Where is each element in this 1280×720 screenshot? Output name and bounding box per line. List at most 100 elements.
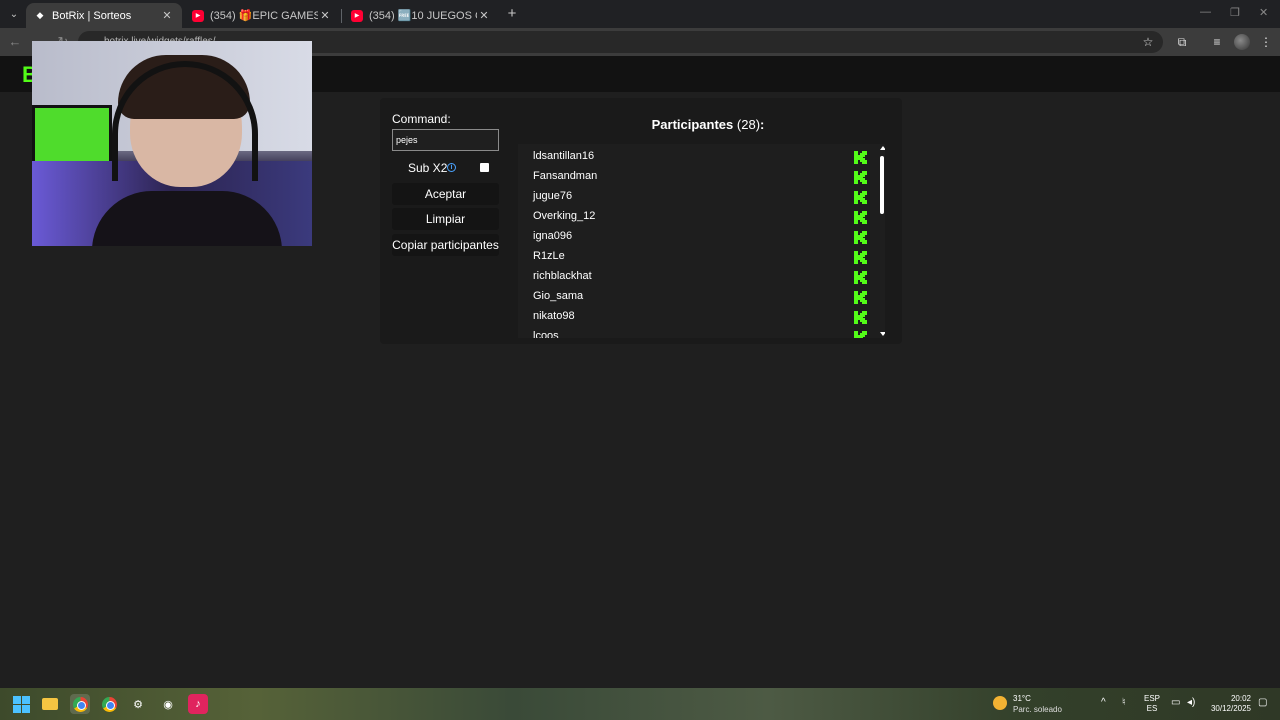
participant-name: Fansandman bbox=[533, 170, 598, 182]
steam-taskbar-button[interactable]: ⚙ bbox=[128, 694, 148, 714]
tab-search-icon[interactable]: ⌄ bbox=[4, 4, 24, 24]
participant-name: ldsantillan16 bbox=[533, 150, 595, 162]
accept-button[interactable]: Aceptar bbox=[392, 183, 499, 205]
list-item: R1zLe bbox=[518, 247, 868, 267]
menu-kebab-icon[interactable]: ⋮ bbox=[1258, 34, 1274, 50]
keyboard-layout: ES bbox=[1146, 704, 1158, 713]
tab-title: (354) 🎁EPIC GAMES SE VOLVI bbox=[210, 10, 318, 22]
clock-date: 30/12/2025 bbox=[1210, 704, 1251, 713]
system-clock[interactable]: 20:02 30/12/2025 bbox=[1205, 694, 1251, 714]
participants-heading: Participantes bbox=[651, 117, 734, 132]
close-icon[interactable]: ✕ bbox=[318, 9, 332, 22]
file-explorer-button[interactable] bbox=[40, 694, 60, 714]
kick-icon bbox=[854, 271, 867, 284]
notifications-icon[interactable]: ▢ bbox=[1258, 697, 1267, 708]
participant-name: nikato98 bbox=[533, 310, 575, 322]
webcam-person-body bbox=[92, 191, 282, 246]
tab-strip: ⌄ ◆ BotRix | Sorteos ✕ ▶ (354) 🎁EPIC GAM… bbox=[0, 0, 1280, 28]
bookmark-star-icon[interactable]: ☆ bbox=[1140, 34, 1156, 50]
weather-description: Parc. soleado bbox=[1013, 705, 1062, 714]
network-icon[interactable]: ▭ bbox=[1171, 697, 1180, 708]
kick-icon bbox=[854, 311, 867, 324]
list-item: ldsantillan16 bbox=[518, 147, 868, 167]
language-indicator[interactable]: ESP ES bbox=[1144, 694, 1160, 714]
participants-list[interactable]: ldsantillan16 Fansandman jugue76 Overkin… bbox=[518, 144, 885, 338]
sub-x2-label: Sub X2 bbox=[408, 161, 448, 175]
kick-icon bbox=[854, 211, 867, 224]
tray-chevron-icon[interactable]: ^ bbox=[1101, 697, 1106, 708]
list-item: Gio_sama bbox=[518, 287, 868, 307]
list-item: lcoos bbox=[518, 327, 868, 338]
new-tab-button[interactable]: + bbox=[503, 5, 521, 23]
windows-taskbar: ⚙ ◉ ♪ 31°C Parc. soleado ^ ♮ ESP ES ▭ ◂)… bbox=[0, 688, 1280, 720]
tiktok-taskbar-button[interactable]: ♪ bbox=[188, 694, 208, 714]
obs-taskbar-button[interactable]: ◉ bbox=[158, 694, 178, 714]
partly-sunny-icon bbox=[993, 696, 1007, 710]
windows-logo-icon bbox=[12, 695, 30, 713]
list-item: richblackhat bbox=[518, 267, 868, 287]
participant-name: richblackhat bbox=[533, 270, 592, 282]
minimize-icon[interactable]: — bbox=[1200, 6, 1211, 18]
kick-icon bbox=[854, 171, 867, 184]
command-label: Command: bbox=[392, 112, 451, 126]
chrome-icon bbox=[101, 696, 117, 712]
participant-name: Overking_12 bbox=[533, 210, 596, 222]
tab-youtube-2[interactable]: ▶ (354) 🆓10 JUEGOS GRATIS PA ✕ bbox=[343, 3, 499, 28]
tab-separator bbox=[341, 9, 342, 23]
kick-icon bbox=[854, 151, 867, 164]
chrome-taskbar-button[interactable] bbox=[70, 694, 90, 714]
kick-icon bbox=[854, 231, 867, 244]
scrollbar-thumb[interactable] bbox=[880, 156, 884, 214]
tab-botrix[interactable]: ◆ BotRix | Sorteos ✕ bbox=[26, 3, 182, 28]
extensions-icon[interactable]: ⧉ bbox=[1174, 34, 1190, 50]
list-item: jugue76 bbox=[518, 187, 868, 207]
folder-icon bbox=[42, 698, 58, 710]
scroll-down-arrow-icon[interactable] bbox=[880, 332, 885, 336]
participants-count: (28) bbox=[736, 117, 761, 132]
restore-icon[interactable]: ❐ bbox=[1230, 6, 1240, 19]
microphone-icon[interactable]: ♮ bbox=[1122, 697, 1126, 708]
close-icon[interactable]: ✕ bbox=[477, 9, 491, 22]
window-close-icon[interactable]: ✕ bbox=[1259, 6, 1268, 19]
webcam-green-monitor bbox=[32, 105, 112, 165]
participants-colon: : bbox=[760, 117, 765, 132]
participant-name: Gio_sama bbox=[533, 290, 584, 302]
copy-participants-button[interactable]: Copiar participantes bbox=[392, 234, 499, 256]
participants-title: Participantes (28): bbox=[518, 117, 898, 132]
page-content: B Command: Sub X2 i Aceptar Limpiar Copi… bbox=[0, 41, 1280, 688]
back-icon[interactable]: ← bbox=[7, 34, 23, 50]
close-icon[interactable]: ✕ bbox=[160, 9, 174, 22]
profile-avatar[interactable] bbox=[1234, 34, 1250, 50]
start-button[interactable] bbox=[11, 694, 31, 714]
participant-name: lcoos bbox=[533, 330, 559, 338]
scrollbar[interactable] bbox=[880, 144, 885, 338]
clear-button[interactable]: Limpiar bbox=[392, 208, 499, 230]
tab-youtube-1[interactable]: ▶ (354) 🎁EPIC GAMES SE VOLVI ✕ bbox=[184, 3, 340, 28]
list-item: Fansandman bbox=[518, 167, 868, 187]
list-item: nikato98 bbox=[518, 307, 868, 327]
tab-title: (354) 🆓10 JUEGOS GRATIS PA bbox=[369, 10, 477, 22]
kick-icon bbox=[854, 331, 867, 338]
list-item: Overking_12 bbox=[518, 207, 868, 227]
command-input[interactable] bbox=[392, 129, 499, 151]
list-item: igna096 bbox=[518, 227, 868, 247]
sub-x2-checkbox[interactable] bbox=[480, 163, 489, 172]
participant-name: igna096 bbox=[533, 230, 573, 242]
kick-icon bbox=[854, 251, 867, 264]
webcam-overlay bbox=[32, 41, 312, 246]
youtube-icon: ▶ bbox=[192, 9, 204, 22]
info-icon[interactable]: i bbox=[447, 163, 456, 172]
media-controls-icon[interactable]: ≡ bbox=[1209, 34, 1225, 50]
kick-icon bbox=[854, 291, 867, 304]
youtube-icon: ▶ bbox=[351, 9, 363, 22]
chrome-profile-taskbar-button[interactable] bbox=[99, 694, 119, 714]
participant-name: jugue76 bbox=[533, 190, 573, 202]
kick-icon bbox=[854, 191, 867, 204]
volume-icon[interactable]: ◂) bbox=[1187, 697, 1195, 708]
participant-name: R1zLe bbox=[533, 250, 565, 262]
clock-time: 20:02 bbox=[1230, 694, 1251, 703]
chrome-icon bbox=[72, 696, 88, 712]
sub-x2-row: Sub X2 i bbox=[392, 161, 499, 177]
scroll-up-arrow-icon[interactable] bbox=[880, 146, 885, 150]
tab-title: BotRix | Sorteos bbox=[52, 9, 132, 22]
